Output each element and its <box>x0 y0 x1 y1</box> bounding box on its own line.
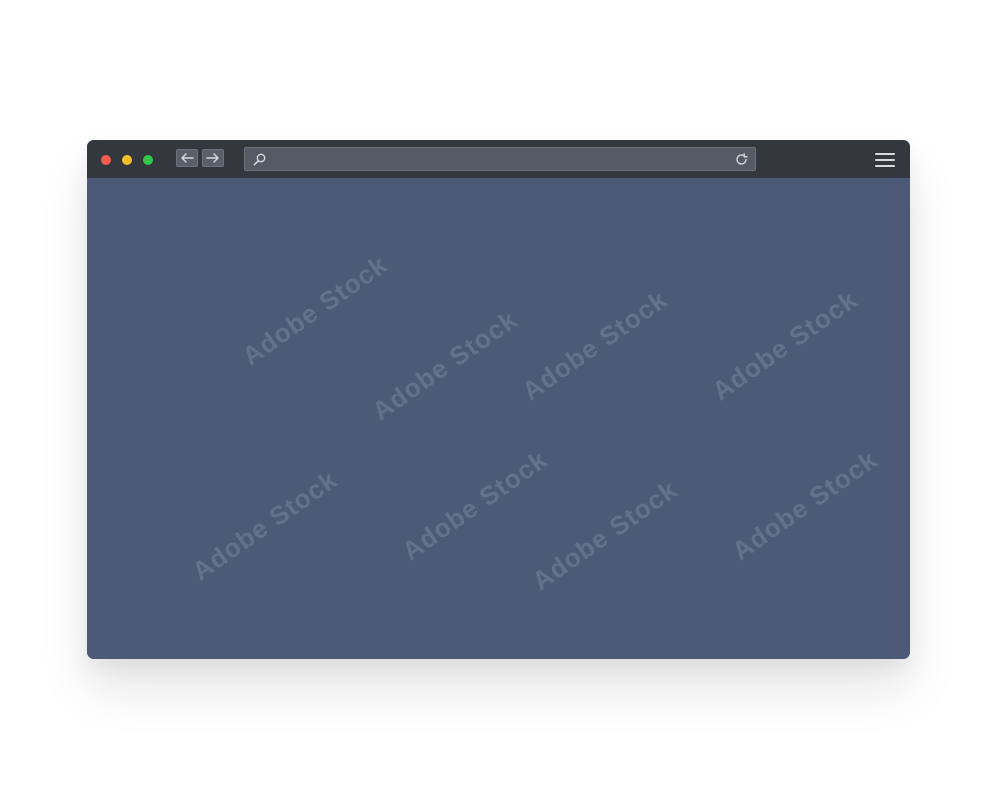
hamburger-menu-icon <box>875 159 895 161</box>
screenshot-canvas: { "window": { "controls": [ {"name": "cl… <box>0 0 1000 800</box>
browser-toolbar <box>87 140 910 178</box>
search-icon <box>253 153 266 166</box>
window-minimize-button[interactable] <box>122 155 132 165</box>
stock-id-text: #281501803 <box>0 676 2 782</box>
browser-content-area[interactable] <box>87 178 910 659</box>
reload-icon[interactable] <box>734 152 749 167</box>
arrow-right-icon <box>206 153 219 163</box>
arrow-left-icon <box>181 153 194 163</box>
browser-menu-button[interactable] <box>875 152 895 168</box>
browser-window <box>87 140 910 659</box>
address-bar[interactable] <box>244 147 756 171</box>
hamburger-menu-icon <box>875 165 895 167</box>
window-close-button[interactable] <box>101 155 111 165</box>
hamburger-menu-icon <box>875 153 895 155</box>
window-maximize-button[interactable] <box>143 155 153 165</box>
address-input[interactable] <box>273 148 723 170</box>
forward-button[interactable] <box>202 149 224 167</box>
back-button[interactable] <box>176 149 198 167</box>
